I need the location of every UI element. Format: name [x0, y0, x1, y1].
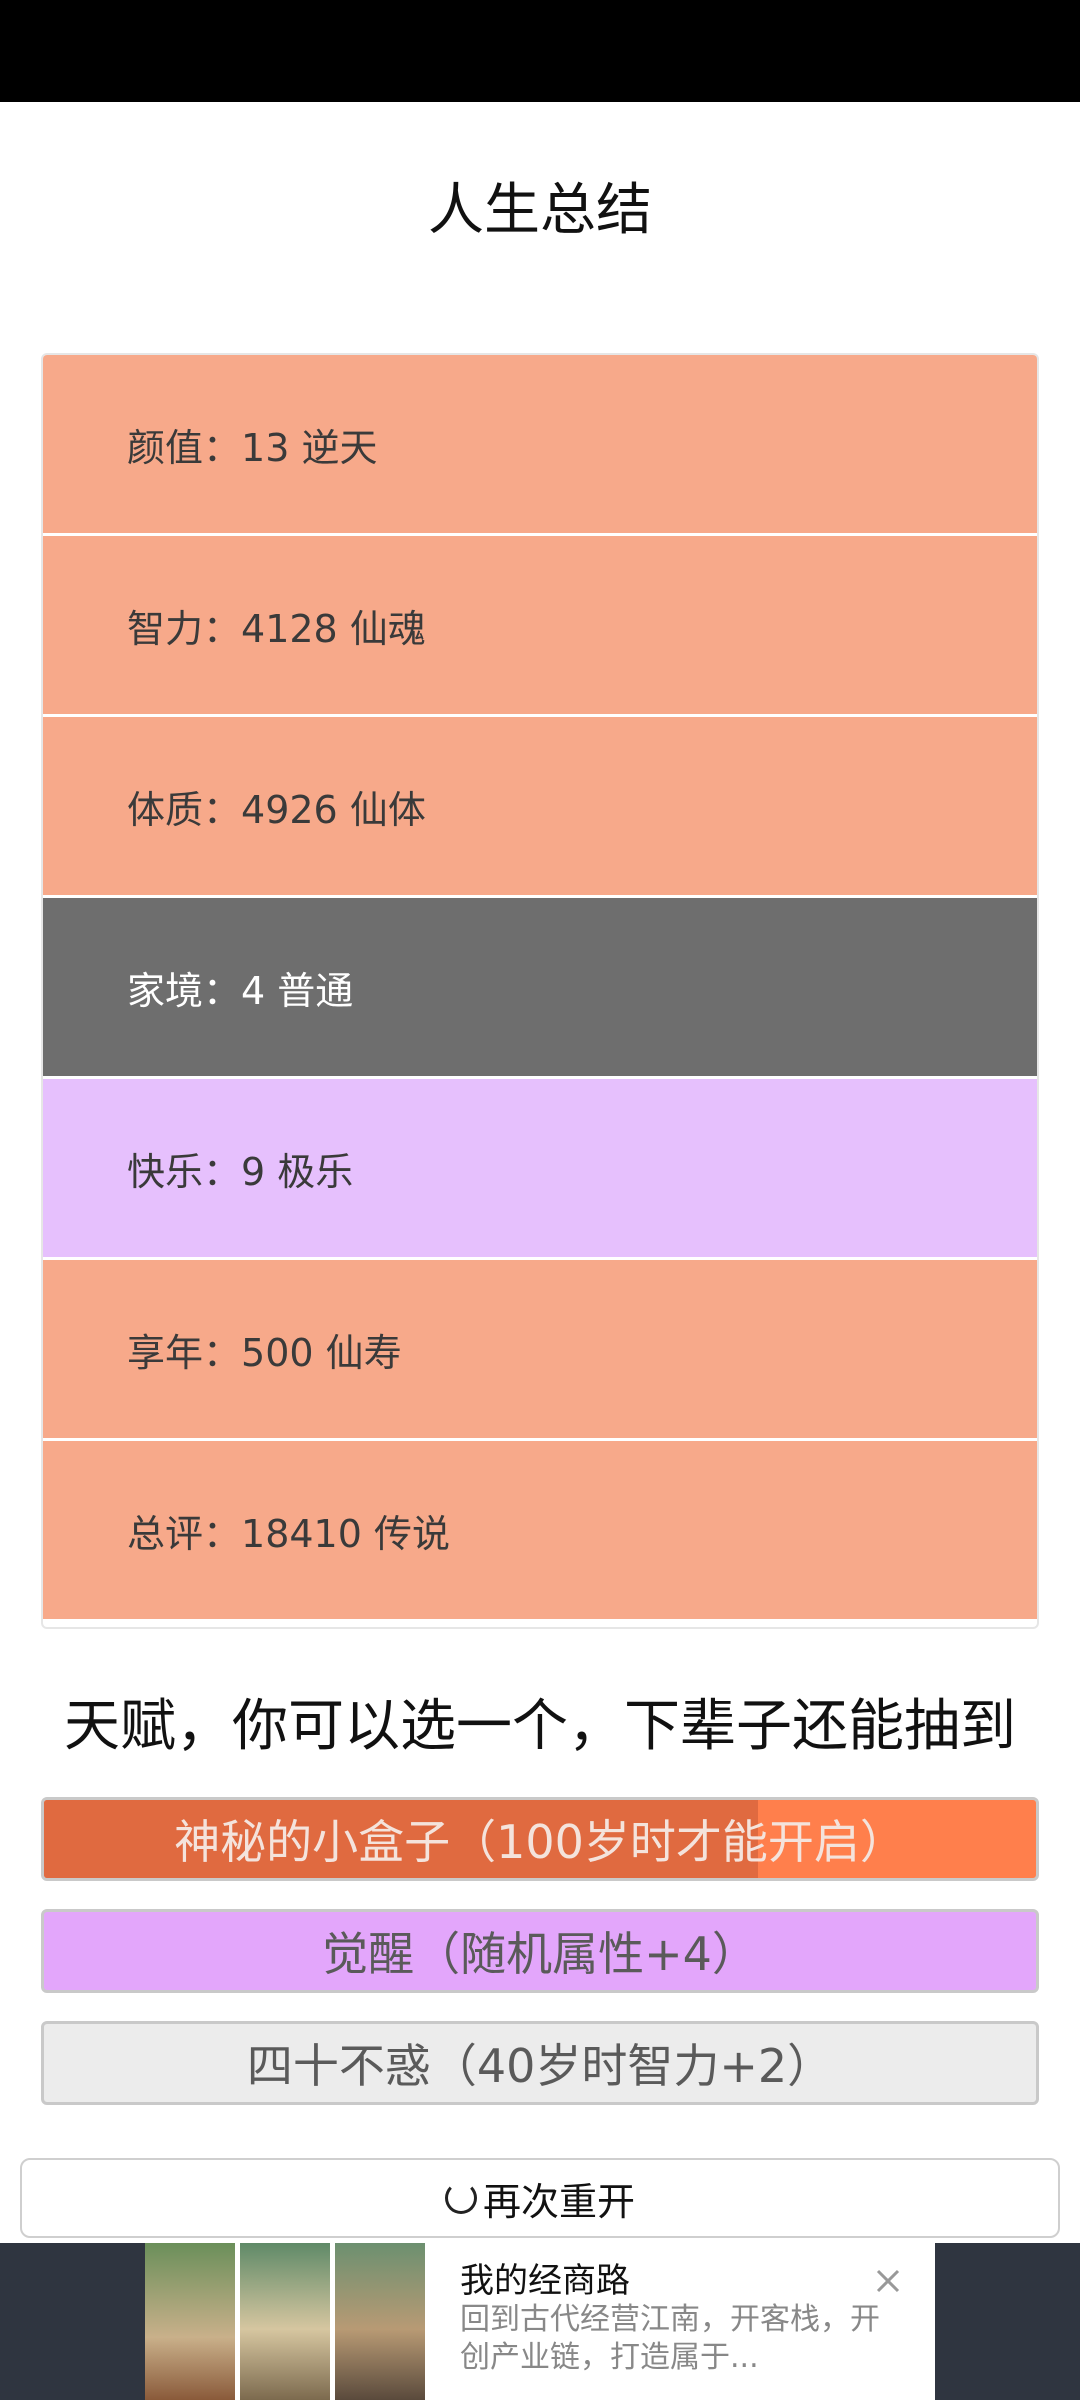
stat-row: 体质： 4926 仙体 — [43, 717, 1037, 895]
stat-value: 500 仙寿 — [241, 1330, 402, 1375]
stat-value: 9 极乐 — [241, 1149, 354, 1194]
status-bar — [0, 0, 1080, 102]
ad-banner[interactable]: 我的经商路 回到古代经营江南，开客栈，开创产业链，打造属于... — [0, 2243, 1080, 2400]
talent-heading: 天赋，你可以选一个，下辈子还能抽到 — [64, 1694, 1016, 1759]
stat-label: 快乐 — [127, 1149, 204, 1194]
stat-row: 享年： 500 仙寿 — [43, 1260, 1037, 1438]
stat-row: 快乐： 9 极乐 — [43, 1079, 1037, 1257]
stat-separator: ： — [203, 968, 242, 1013]
stat-value: 18410 传说 — [241, 1511, 450, 1556]
stats-panel: 颜值： 13 逆天 智力： 4128 仙魂 体质： 4926 仙体 家境： 4 普通 快乐： 9 … — [41, 353, 1039, 1629]
talent-option[interactable]: 四十不惑（40岁时智力+2） — [41, 2021, 1039, 2105]
stat-label: 享年 — [127, 1330, 204, 1375]
stat-label: 智力 — [127, 606, 204, 651]
stat-label: 颜值 — [127, 425, 204, 470]
stat-value: 4 普通 — [241, 968, 354, 1013]
ad-app-name: 我的经商路 — [460, 2261, 630, 2301]
talent-option[interactable]: 觉醒（随机属性+4） — [41, 1909, 1039, 1993]
stat-separator: ： — [203, 1511, 242, 1556]
ad-card[interactable]: 我的经商路 回到古代经营江南，开客栈，开创产业链，打造属于... — [145, 2243, 935, 2400]
talent-label: 神秘的小盒子（100岁时才能开启） — [174, 1815, 906, 1869]
talent-option[interactable]: 神秘的小盒子（100岁时才能开启） — [41, 1797, 1039, 1881]
stat-row: 智力： 4128 仙魂 — [43, 536, 1037, 714]
stat-row: 总评： 18410 传说 — [43, 1441, 1037, 1619]
ad-thumbnail-2 — [240, 2243, 330, 2400]
stat-separator: ： — [203, 425, 242, 470]
stat-row: 颜值： 13 逆天 — [43, 355, 1037, 533]
stat-value: 4128 仙魂 — [241, 606, 426, 651]
stat-separator: ： — [203, 1330, 242, 1375]
ad-thumbnail-3 — [335, 2243, 425, 2400]
loading-spinner-icon — [444, 2182, 477, 2214]
restart-button[interactable]: 再次重开 — [20, 2158, 1060, 2238]
stat-value: 4926 仙体 — [241, 787, 426, 832]
page-title: 人生总结 — [428, 178, 652, 243]
stat-value: 13 逆天 — [241, 425, 378, 470]
stat-label: 总评 — [127, 1511, 204, 1556]
ad-description: 回到古代经营江南，开客栈，开创产业链，打造属于... — [460, 2302, 880, 2375]
stat-separator: ： — [203, 1149, 242, 1194]
talent-label: 四十不惑（40岁时智力+2） — [246, 2039, 834, 2093]
stat-separator: ： — [203, 787, 242, 832]
stat-separator: ： — [203, 606, 242, 651]
restart-label: 再次重开 — [482, 2179, 635, 2224]
stat-label: 体质 — [127, 787, 204, 832]
talent-label: 觉醒（随机属性+4） — [322, 1927, 758, 1981]
ad-thumbnail-1 — [145, 2243, 235, 2400]
stat-label: 家境 — [127, 968, 204, 1013]
close-icon[interactable] — [870, 2263, 906, 2299]
stat-row: 家境： 4 普通 — [43, 898, 1037, 1076]
